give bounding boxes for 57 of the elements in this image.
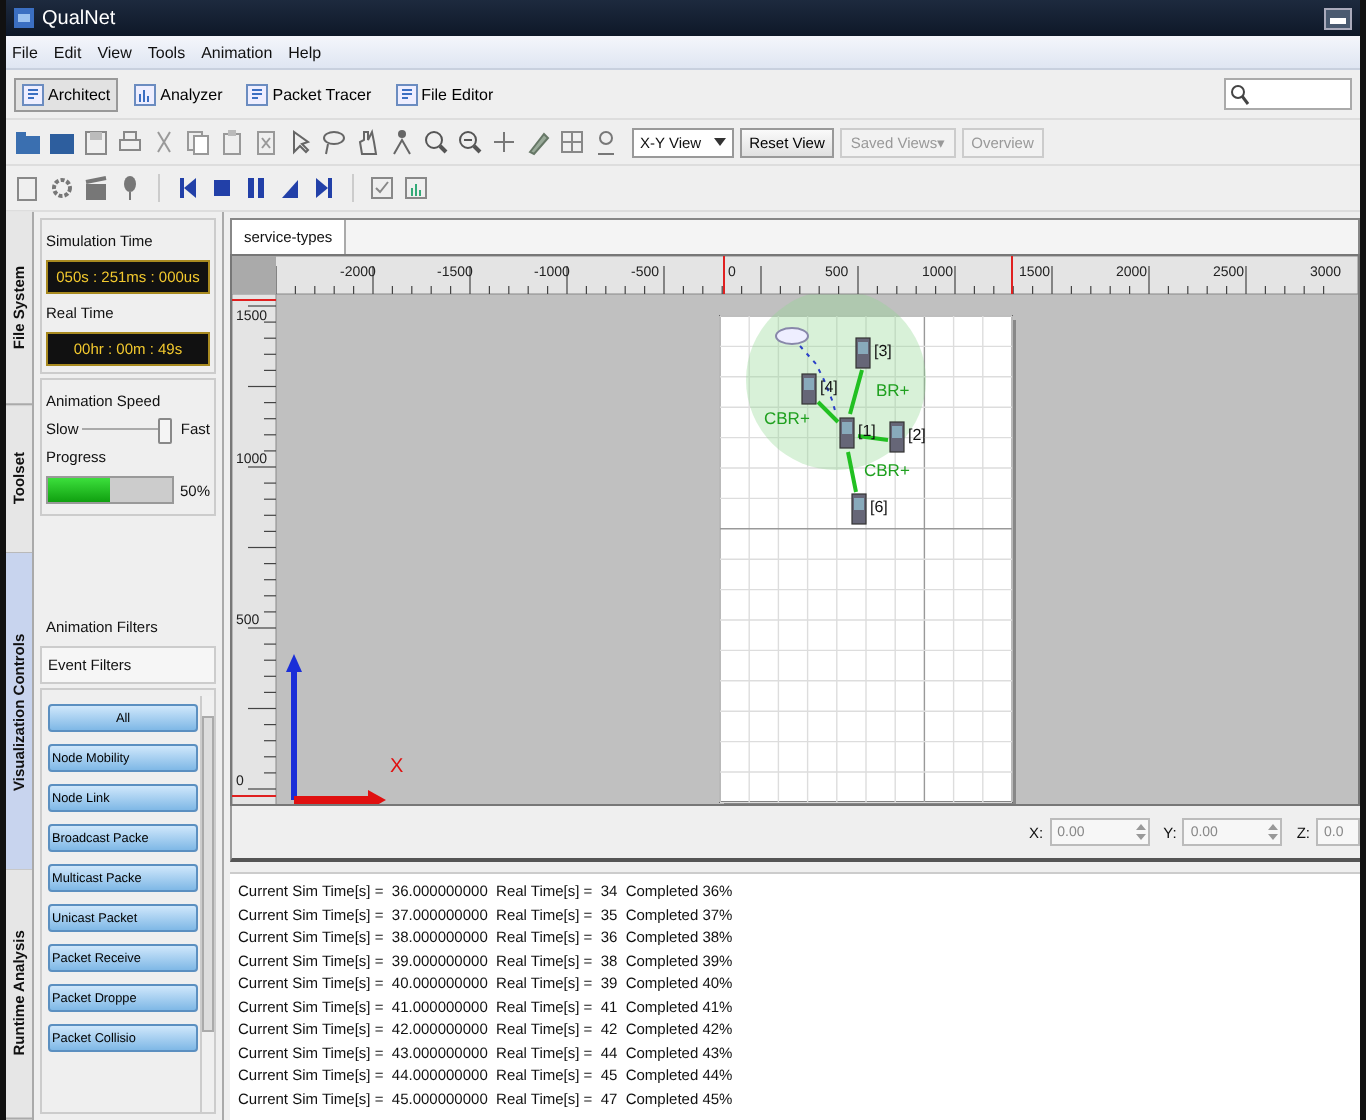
minimize-button[interactable] <box>1324 7 1352 29</box>
node-label: [4] <box>820 378 838 396</box>
link-label: BR+ <box>876 380 910 400</box>
save-icon[interactable] <box>82 128 110 156</box>
menu-item[interactable]: Tools <box>147 43 186 61</box>
device-icon[interactable] <box>889 421 905 453</box>
grid-icon[interactable] <box>558 128 586 156</box>
search-field[interactable] <box>1224 78 1352 110</box>
spinner-arrows-icon[interactable] <box>1268 822 1279 842</box>
node-label: [2] <box>908 426 926 444</box>
pause-icon[interactable] <box>242 174 270 202</box>
app-logo-icon <box>14 8 34 28</box>
window-title: QualNet <box>42 7 116 29</box>
ruler-corner <box>232 256 276 294</box>
speed-slider-thumb[interactable] <box>158 418 173 444</box>
menu-item[interactable]: Animation <box>201 43 273 61</box>
menu-item[interactable]: Help <box>288 43 322 61</box>
clapperboard-icon[interactable] <box>82 174 110 202</box>
paste-icon[interactable] <box>218 128 246 156</box>
skip-forward-icon[interactable] <box>310 174 338 202</box>
print-icon[interactable] <box>116 128 144 156</box>
device-icon[interactable] <box>855 337 871 369</box>
link-label: CBR+ <box>764 408 810 428</box>
folder-icon[interactable] <box>14 128 42 156</box>
delete-icon[interactable] <box>252 128 280 156</box>
dotted-trail-line <box>799 345 837 415</box>
link-label: CBR+ <box>864 460 910 480</box>
node-label: [1] <box>858 422 876 440</box>
mode-tab[interactable]: Analyzer <box>126 77 231 111</box>
x-axis-arrow <box>294 790 386 806</box>
search-icon <box>1230 83 1250 105</box>
copy-icon[interactable] <box>184 128 212 156</box>
bar-chart-icon[interactable] <box>402 174 430 202</box>
zoom-out-icon[interactable] <box>456 128 484 156</box>
node-label: [6] <box>870 498 888 516</box>
zoom-in-icon[interactable] <box>422 128 450 156</box>
minimize-icon <box>1330 17 1346 23</box>
stop-icon[interactable] <box>208 174 236 202</box>
person-icon[interactable] <box>388 128 416 156</box>
node-label: [3] <box>874 342 892 360</box>
checklist-icon[interactable] <box>368 174 396 202</box>
mode-tab[interactable]: Packet Tracer <box>238 77 380 111</box>
mode-tab[interactable]: File Editor <box>387 77 502 111</box>
device-icon[interactable] <box>839 417 855 449</box>
mode-tab[interactable]: Architect <box>14 77 119 111</box>
spinner-arrows-icon[interactable] <box>1135 822 1146 842</box>
menu-item[interactable]: File <box>12 43 38 61</box>
skip-back-icon[interactable] <box>174 174 202 202</box>
caret-icon <box>713 138 726 146</box>
menu-item[interactable]: View <box>97 43 132 61</box>
device-icon[interactable] <box>851 493 867 525</box>
menu-item[interactable]: Edit <box>53 43 82 61</box>
axis-label: X <box>390 756 404 778</box>
scrollbar[interactable] <box>200 696 214 1112</box>
lasso-icon[interactable] <box>320 128 348 156</box>
pen-icon[interactable] <box>524 128 552 156</box>
device-icon[interactable] <box>801 373 817 405</box>
